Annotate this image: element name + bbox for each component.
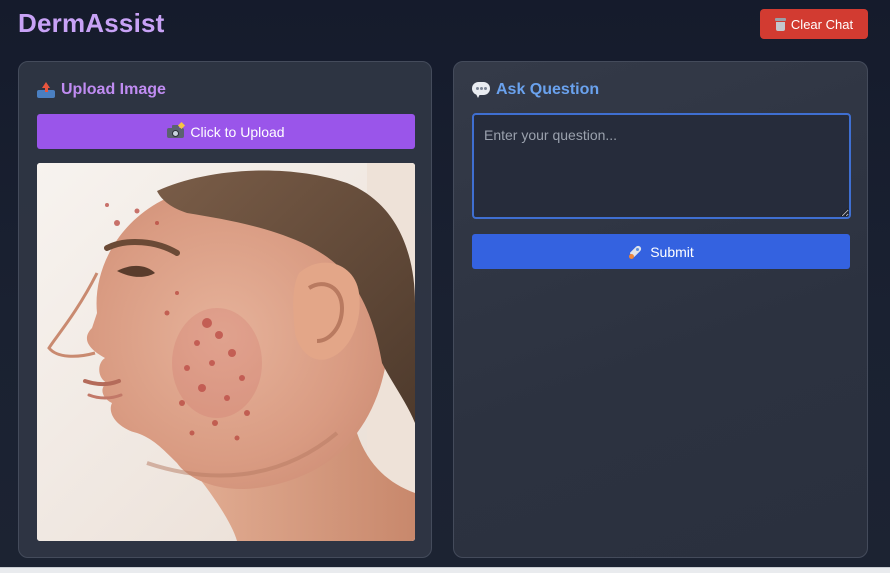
question-panel-heading: Ask Question xyxy=(472,81,599,99)
clear-chat-button[interactable]: Clear Chat xyxy=(760,9,868,39)
upload-panel-heading: Upload Image xyxy=(37,81,166,99)
question-input[interactable] xyxy=(472,113,851,219)
camera-icon xyxy=(167,121,186,138)
app-window: DermAssist Clear Chat Upload Image Click… xyxy=(0,0,890,567)
submit-button-label: Submit xyxy=(650,243,694,260)
upload-button[interactable]: Click to Upload xyxy=(37,114,415,149)
uploaded-image-preview xyxy=(37,163,415,541)
profile-photo xyxy=(37,163,415,541)
upload-heading-label: Upload Image xyxy=(61,81,166,98)
rocket-icon xyxy=(628,244,644,260)
upload-panel: Upload Image Click to Upload xyxy=(18,61,432,558)
question-panel: Ask Question Submit xyxy=(453,61,868,558)
speech-bubble-icon xyxy=(472,82,490,98)
trash-icon xyxy=(774,17,786,31)
upload-tray-icon xyxy=(37,82,55,98)
app-title: DermAssist xyxy=(18,8,165,38)
clear-chat-label: Clear Chat xyxy=(790,16,854,32)
upload-button-label: Click to Upload xyxy=(190,123,285,140)
window-bottom-edge xyxy=(0,567,890,573)
question-heading-label: Ask Question xyxy=(496,81,600,98)
submit-button[interactable]: Submit xyxy=(472,234,850,269)
